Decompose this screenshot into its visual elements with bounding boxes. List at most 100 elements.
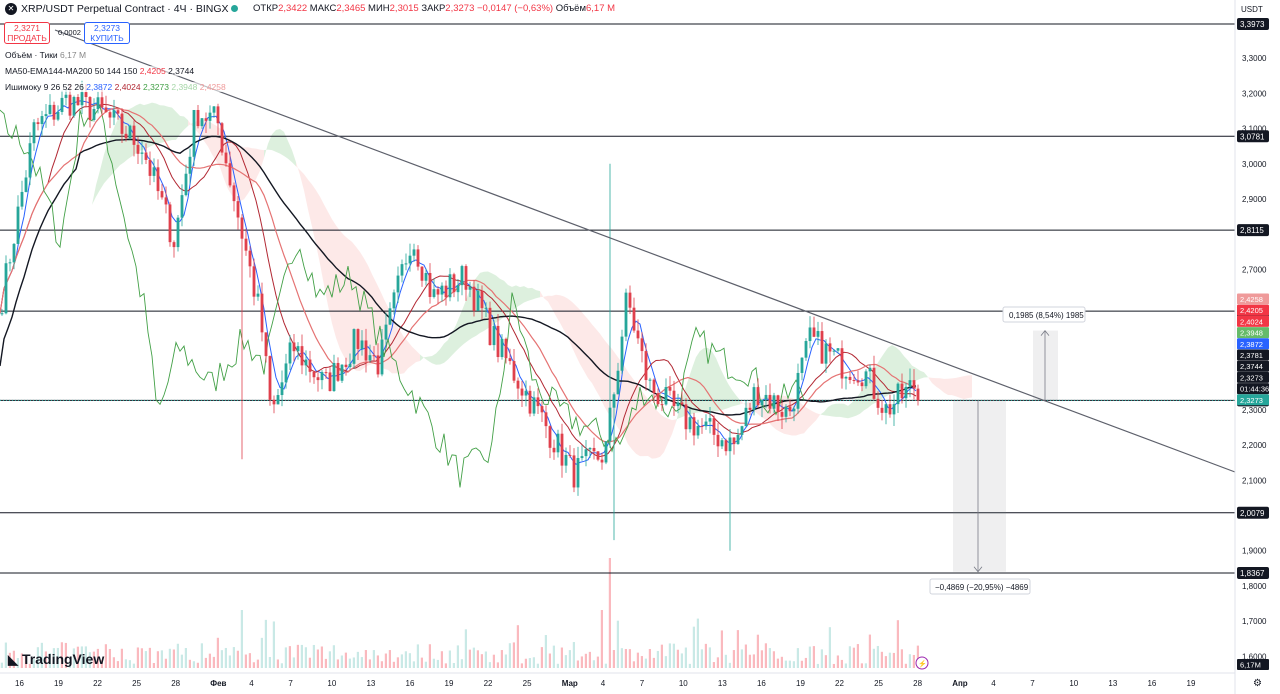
symbol-title[interactable]: XRP/USDT Perpetual Contract · 4Ч · BINGX: [21, 0, 229, 18]
volume-bar: [216, 637, 219, 668]
measure-tools[interactable]: 0,1985 (8,54%) 1985 −0,4869 (−20,95%) −48…: [915, 306, 1086, 670]
volume-bar: [496, 662, 499, 668]
volume-bar: [484, 651, 487, 668]
candle-body: [156, 167, 160, 192]
indicator-price-tag-text: 2,3872: [1240, 340, 1263, 349]
sell-button[interactable]: 2,3271 ПРОДАТЬ: [4, 22, 50, 44]
candle-body: [852, 380, 856, 382]
x-tick-label: 10: [679, 679, 688, 688]
candle-body: [224, 152, 228, 164]
x-tick-label: 10: [1069, 679, 1078, 688]
currency-selector[interactable]: USDT: [1241, 5, 1263, 14]
volume-bar: [264, 619, 267, 668]
candle-body: [888, 404, 892, 415]
volume-bar: [528, 658, 531, 668]
candle-body: [376, 355, 380, 375]
volume-bar: [440, 651, 443, 668]
candle-body: [380, 339, 384, 375]
volume-bar: [852, 647, 855, 668]
volume-bar: [144, 651, 147, 668]
buy-button[interactable]: 2,3273 КУПИТЬ: [84, 22, 130, 44]
x-tick-label: 19: [445, 679, 454, 688]
candle-body: [860, 382, 864, 387]
legend-volume[interactable]: Объём · Тики 6,17 M: [5, 50, 87, 60]
x-tick-label: 19: [54, 679, 63, 688]
volume-bar: [340, 655, 343, 668]
candle-body: [356, 329, 360, 349]
chart-header: ✕ XRP/USDT Perpetual Contract · 4Ч · BIN…: [0, 0, 1235, 18]
volume-bar: [312, 644, 315, 668]
candle-body: [908, 380, 912, 387]
candle-body: [632, 307, 636, 331]
candle-body: [168, 204, 172, 243]
time-axis[interactable]: 16 19 22 25 28 Фев 4 7 10 13 16 19 22 25 Мар 4 7 10 13 16 19…: [0, 672, 1235, 688]
volume-bar: [408, 653, 411, 668]
key-level-tag-text: 3,0781: [1240, 132, 1265, 141]
legend-ichimoku[interactable]: Ишимоку 9 26 52 26 2,3872 2,4024 2,3273 …: [5, 82, 226, 92]
volume-bar: [260, 637, 263, 668]
volume-bar: [880, 651, 883, 668]
candle-body: [432, 289, 436, 297]
horizontal-levels[interactable]: [0, 23, 1235, 574]
candle-body: [740, 426, 744, 435]
x-tick-label: 22: [93, 679, 102, 688]
volume-bar: [500, 650, 503, 668]
volume-bar: [168, 648, 171, 668]
volume-bar: [324, 658, 327, 668]
candle-body: [484, 307, 488, 309]
volume-bar: [320, 646, 323, 668]
x-tick-label: 4: [249, 679, 254, 688]
volume-bar: [744, 644, 747, 668]
candle-body: [352, 329, 356, 364]
candle-body: [388, 308, 392, 325]
volume-bar: [436, 659, 439, 668]
price-axis[interactable]: 3,30003,20003,10003,00002,90002,70002,30…: [1234, 0, 1280, 694]
candle-body: [760, 399, 764, 406]
volume-bar: [672, 643, 675, 668]
candle-body: [664, 387, 668, 405]
candle-body: [544, 412, 548, 427]
measure-up-area[interactable]: [1033, 330, 1058, 401]
xrp-logo-icon: ✕: [5, 3, 17, 15]
candle-body: [304, 359, 308, 366]
candle-body: [404, 263, 408, 265]
x-tick-label: 10: [327, 679, 336, 688]
measure-down-area[interactable]: [953, 400, 1006, 572]
candle-body: [624, 292, 628, 337]
candle-body: [916, 388, 920, 401]
volume-bar: [504, 654, 507, 668]
candle-body: [220, 123, 224, 153]
candle-body: [656, 393, 660, 405]
candle-body: [688, 417, 692, 430]
indicator-price-tag-text: 2,3744: [1240, 362, 1263, 371]
volume-bar: [156, 651, 159, 668]
candle-body: [88, 97, 92, 121]
candle-body: [564, 454, 568, 466]
lightning-glyph: ⚡: [918, 659, 927, 668]
x-tick-label: Фев: [210, 679, 226, 688]
volume-bar: [352, 657, 355, 668]
candle-body: [52, 104, 56, 120]
candle-body: [808, 327, 812, 342]
candle-body: [820, 331, 824, 364]
candle-body: [92, 108, 96, 121]
settings-gear-icon[interactable]: ⚙: [1253, 678, 1262, 689]
price-chart[interactable]: 0,1985 (8,54%) 1985 −0,4869 (−20,95%) −48…: [0, 0, 1280, 694]
candle-body: [280, 382, 284, 396]
candle-body: [436, 289, 440, 295]
candle-body: [292, 342, 296, 352]
spread-value: 0,0002: [58, 28, 81, 37]
volume-bar: [756, 634, 759, 668]
candle-body: [524, 390, 528, 396]
y-tick-label: 3,0000: [1242, 160, 1267, 169]
candle-body: [828, 343, 832, 352]
volume-bar: [176, 643, 179, 668]
volume-bar: [276, 659, 279, 668]
candle-body: [628, 292, 632, 308]
candle-body: [488, 307, 492, 346]
candle-body: [856, 380, 860, 383]
candle-body: [848, 376, 852, 381]
legend-ma[interactable]: MA50-EMA144-MA200 50 144 150 2,4205 2,37…: [5, 66, 195, 76]
candle-body: [668, 387, 672, 391]
candle-body: [196, 109, 200, 127]
